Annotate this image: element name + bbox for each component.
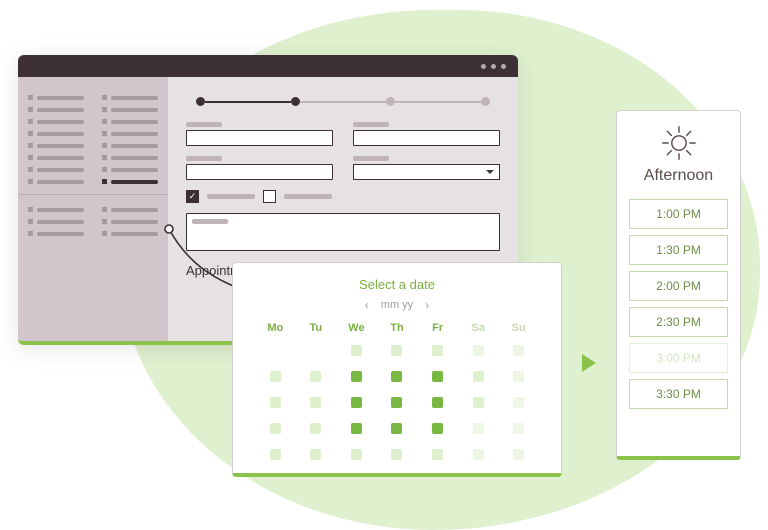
calendar-day[interactable]	[417, 366, 458, 386]
window-dot	[491, 64, 496, 69]
calendar-day[interactable]	[417, 418, 458, 438]
calendar-day-header: Sa	[458, 322, 499, 334]
calendar-day[interactable]	[498, 418, 539, 438]
time-slot[interactable]: 2:00 PM	[629, 271, 728, 301]
field-label	[353, 156, 389, 161]
calendar-day[interactable]	[458, 366, 499, 386]
time-slot[interactable]: 1:30 PM	[629, 235, 728, 265]
text-input[interactable]	[186, 164, 333, 180]
calendar-day[interactable]	[255, 418, 296, 438]
calendar-nav: ‹ mm yy ›	[255, 298, 539, 312]
calendar-day[interactable]	[458, 340, 499, 360]
calendar-day[interactable]	[255, 392, 296, 412]
calendar-day[interactable]	[336, 340, 377, 360]
calendar-day[interactable]	[498, 392, 539, 412]
window-dot	[481, 64, 486, 69]
sidebar-row-active[interactable]	[28, 179, 158, 184]
select-input[interactable]	[353, 164, 500, 180]
field-label	[186, 122, 222, 127]
sun-icon	[661, 125, 697, 161]
field-label	[353, 122, 389, 127]
time-picker: Afternoon 1:00 PM 1:30 PM 2:00 PM 2:30 PM 3:…	[616, 110, 741, 460]
calendar-day[interactable]	[296, 392, 337, 412]
calendar-day-header: Th	[377, 322, 418, 334]
calendar-month-label: mm yy	[381, 299, 413, 311]
calendar-day[interactable]	[255, 444, 296, 464]
sidebar-row[interactable]	[28, 231, 158, 236]
time-heading: Afternoon	[644, 167, 713, 185]
sidebar-row[interactable]	[28, 119, 158, 124]
checkbox[interactable]	[263, 190, 276, 203]
calendar-day	[296, 340, 337, 360]
calendar-day[interactable]	[296, 444, 337, 464]
step-dot[interactable]	[196, 97, 205, 106]
sidebar-row[interactable]	[28, 95, 158, 100]
sidebar-row[interactable]	[28, 155, 158, 160]
browser-titlebar	[18, 55, 518, 77]
calendar-day[interactable]	[336, 366, 377, 386]
date-picker: Select a date ‹ mm yy › MoTuWeThFrSaSu	[232, 262, 562, 477]
calendar-day[interactable]	[377, 444, 418, 464]
text-input[interactable]	[186, 130, 333, 146]
step-dot[interactable]	[291, 97, 300, 106]
calendar-day[interactable]	[296, 418, 337, 438]
calendar-day[interactable]	[498, 340, 539, 360]
check-icon: ✓	[189, 192, 197, 201]
calendar-day-header: Mo	[255, 322, 296, 334]
calendar-day[interactable]	[336, 444, 377, 464]
calendar-day-header: We	[336, 322, 377, 334]
calendar-day[interactable]	[296, 366, 337, 386]
calendar-day[interactable]	[377, 340, 418, 360]
chevron-down-icon	[486, 170, 494, 174]
calendar-grid: MoTuWeThFrSaSu	[255, 322, 539, 464]
stepper	[186, 93, 500, 112]
sidebar	[18, 77, 168, 341]
time-slot[interactable]: 2:30 PM	[629, 307, 728, 337]
sidebar-row[interactable]	[28, 143, 158, 148]
time-slots: 1:00 PM 1:30 PM 2:00 PM 2:30 PM 3:00 PM 3:30 …	[629, 199, 728, 409]
sidebar-row[interactable]	[28, 131, 158, 136]
calendar-day[interactable]	[458, 444, 499, 464]
sidebar-row[interactable]	[28, 219, 158, 224]
time-slot[interactable]: 1:00 PM	[629, 199, 728, 229]
time-slot[interactable]: 3:30 PM	[629, 379, 728, 409]
arrow-right-icon	[582, 354, 596, 372]
time-slot: 3:00 PM	[629, 343, 728, 373]
calendar-day-header: Fr	[417, 322, 458, 334]
calendar-day[interactable]	[498, 444, 539, 464]
window-dot	[501, 64, 506, 69]
calendar-day[interactable]	[255, 366, 296, 386]
calendar-day[interactable]	[498, 366, 539, 386]
step-dot[interactable]	[481, 97, 490, 106]
calendar-day[interactable]	[336, 418, 377, 438]
checkbox-label	[207, 194, 255, 199]
sidebar-divider	[18, 194, 168, 195]
step-dot[interactable]	[386, 97, 395, 106]
calendar-day[interactable]	[377, 366, 418, 386]
calendar-day[interactable]	[417, 340, 458, 360]
checkbox-label	[284, 194, 332, 199]
calendar-day[interactable]	[377, 418, 418, 438]
calendar-title: Select a date	[255, 277, 539, 292]
calendar-day[interactable]	[417, 392, 458, 412]
calendar-day-header: Tu	[296, 322, 337, 334]
sidebar-row[interactable]	[28, 207, 158, 212]
calendar-day-header: Su	[498, 322, 539, 334]
textarea-input[interactable]	[186, 213, 500, 251]
textarea-placeholder-line	[192, 219, 228, 224]
calendar-day[interactable]	[377, 392, 418, 412]
calendar-day[interactable]	[458, 392, 499, 412]
calendar-day	[255, 340, 296, 360]
sidebar-row[interactable]	[28, 107, 158, 112]
calendar-day[interactable]	[458, 418, 499, 438]
checkbox[interactable]: ✓	[186, 190, 199, 203]
calendar-next[interactable]: ›	[425, 298, 429, 312]
sidebar-row[interactable]	[28, 167, 158, 172]
calendar-prev[interactable]: ‹	[365, 298, 369, 312]
calendar-day[interactable]	[336, 392, 377, 412]
calendar-day[interactable]	[417, 444, 458, 464]
field-label	[186, 156, 222, 161]
text-input[interactable]	[353, 130, 500, 146]
